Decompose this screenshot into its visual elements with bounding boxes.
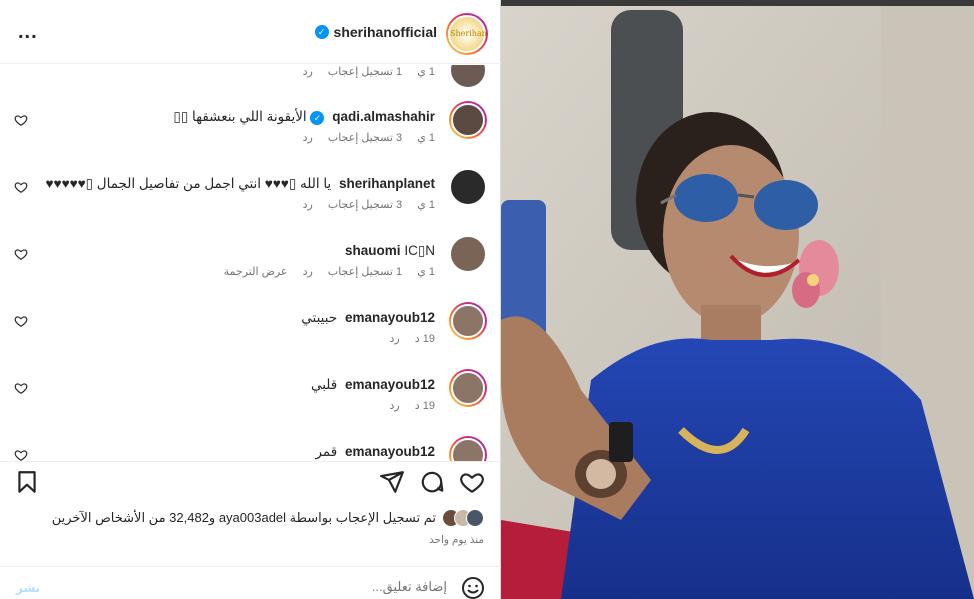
- reply-button[interactable]: رد: [390, 333, 400, 345]
- reply-button[interactable]: رد: [390, 400, 400, 412]
- comment-heart-icon[interactable]: [14, 180, 28, 194]
- comment-heart-icon[interactable]: [14, 247, 28, 261]
- reply-button[interactable]: رد: [303, 132, 313, 144]
- comment-text: emanayoub12 حبيبتي: [301, 310, 435, 326]
- comment-list[interactable]: 1 ي 1 تسجيل إعجاب رد qadi.almashahir ✓ ا…: [0, 65, 501, 461]
- comment-body: حبيبتي: [301, 310, 338, 325]
- comment-username[interactable]: emanayoub12: [345, 377, 435, 392]
- comment-item: emanayoub12 قمر: [0, 436, 501, 461]
- comment-time: 1 ي: [417, 66, 435, 78]
- commenter-avatar[interactable]: [449, 302, 487, 340]
- comment-item: sherihanplanet يا الله ▯♥♥♥ انتي اجمل من…: [0, 168, 501, 230]
- commenter-avatar[interactable]: [449, 369, 487, 407]
- comment-text: shauomi IC▯N: [341, 243, 435, 259]
- commenter-avatar[interactable]: [449, 168, 487, 206]
- header-username: sherihanofficial: [333, 24, 437, 40]
- comment-meta: 1 ي 3 تسجيل إعجاب رد: [291, 198, 435, 211]
- comment-time: 1 ي: [417, 132, 435, 144]
- post-actions: [0, 461, 501, 499]
- post-time: منذ يوم واحد: [429, 534, 484, 546]
- see-translation-button[interactable]: عرض الترجمة: [224, 266, 288, 278]
- sherihan-logo-icon: Sherihan: [450, 17, 487, 51]
- comment-meta: 19 د رد: [378, 332, 436, 345]
- comment-heart-icon[interactable]: [14, 314, 28, 328]
- comment-meta: 1 ي 1 تسجيل إعجاب رد عرض الترجمة: [212, 265, 435, 278]
- comment-username[interactable]: emanayoub12: [345, 444, 435, 459]
- woman-with-flower-image: [501, 0, 974, 599]
- comment-heart-icon[interactable]: [14, 381, 28, 395]
- comment-body: IC▯N: [404, 243, 435, 258]
- comment-like-count[interactable]: 1 تسجيل إعجاب: [328, 266, 402, 278]
- comment-username[interactable]: shauomi: [345, 243, 401, 258]
- comment-item: emanayoub12 حبيبتي 19 د رد: [0, 302, 501, 364]
- header-username-link[interactable]: ✓ sherihanofficial: [314, 24, 437, 40]
- commenter-avatar[interactable]: [449, 235, 487, 273]
- comment-time: 1 ي: [417, 199, 435, 211]
- comment-icon[interactable]: [419, 469, 445, 495]
- comment-meta: 1 ي 1 تسجيل إعجاب رد: [291, 65, 435, 78]
- comment-body: يا الله ▯♥♥♥ انتي اجمل من تفاصيل الجمال …: [45, 176, 332, 191]
- commenter-avatar[interactable]: [449, 65, 487, 89]
- comment-text: emanayoub12 قلبي: [311, 377, 435, 393]
- verified-badge-icon: ✓: [314, 25, 329, 39]
- comment-item: emanayoub12 قلبي 19 د رد: [0, 369, 501, 431]
- header-avatar[interactable]: Sherihan: [446, 13, 488, 55]
- comment-item: qadi.almashahir ✓ الأيقونة اللي بنعشقها …: [0, 101, 501, 163]
- liker-avatars: [442, 509, 484, 527]
- post-comment-button[interactable]: نشر: [16, 581, 40, 595]
- comment-like-count[interactable]: 1 تسجيل إعجاب: [328, 66, 402, 78]
- comment-heart-icon[interactable]: [14, 448, 28, 461]
- add-comment-bar: نشر: [0, 566, 501, 599]
- comment-body: قمر: [315, 444, 338, 459]
- comments-panel: ... ✓ sherihanofficial Sherihan 1 ي 1 تس…: [0, 0, 501, 599]
- share-icon[interactable]: [379, 469, 405, 495]
- comment-time: 19 د: [414, 333, 435, 345]
- comment-username[interactable]: emanayoub12: [345, 310, 435, 325]
- verified-badge-icon: ✓: [310, 111, 325, 125]
- comment-time: 1 ي: [417, 266, 435, 278]
- reply-button[interactable]: رد: [303, 199, 313, 211]
- commenter-avatar[interactable]: [449, 436, 487, 461]
- emoji-icon[interactable]: [461, 576, 485, 599]
- comment-text: emanayoub12 قمر: [315, 444, 435, 460]
- comment-text: qadi.almashahir ✓ الأيقونة اللي بنعشقها …: [173, 109, 435, 125]
- comment-time: 19 د: [414, 400, 435, 412]
- comment-text: sherihanplanet يا الله ▯♥♥♥ انتي اجمل من…: [46, 176, 435, 192]
- more-options-icon[interactable]: ...: [18, 22, 38, 42]
- liker-avatar: [466, 509, 484, 527]
- heart-icon[interactable]: [459, 469, 485, 495]
- comment-username[interactable]: sherihanplanet: [339, 176, 435, 191]
- bookmark-icon[interactable]: [14, 469, 40, 495]
- comment-body: قلبي: [310, 377, 338, 392]
- comment-heart-icon[interactable]: [14, 113, 28, 127]
- post-photo[interactable]: [501, 0, 974, 599]
- comment-meta: 1 ي 3 تسجيل إعجاب رد: [291, 131, 435, 144]
- likes-text: تم تسجيل الإعجاب بواسطة aya003adel و32,4…: [51, 510, 436, 525]
- comment-like-count[interactable]: 3 تسجيل إعجاب: [328, 199, 402, 211]
- comment-item: shauomi IC▯N 1 ي 1 تسجيل إعجاب رد عرض ال…: [0, 235, 501, 297]
- likes-summary[interactable]: تم تسجيل الإعجاب بواسطة aya003adel و32,4…: [52, 509, 484, 527]
- commenter-avatar[interactable]: [449, 101, 487, 139]
- comment-like-count[interactable]: 3 تسجيل إعجاب: [328, 132, 402, 144]
- comment-meta: 19 د رد: [378, 399, 436, 412]
- comment-body: الأيقونة اللي بنعشقها ▯▯: [173, 109, 307, 124]
- comment-username[interactable]: qadi.almashahir: [332, 109, 435, 124]
- post-header: ... ✓ sherihanofficial Sherihan: [0, 4, 501, 64]
- reply-button[interactable]: رد: [303, 66, 313, 78]
- comment-input[interactable]: [67, 579, 447, 594]
- reply-button[interactable]: رد: [303, 266, 313, 278]
